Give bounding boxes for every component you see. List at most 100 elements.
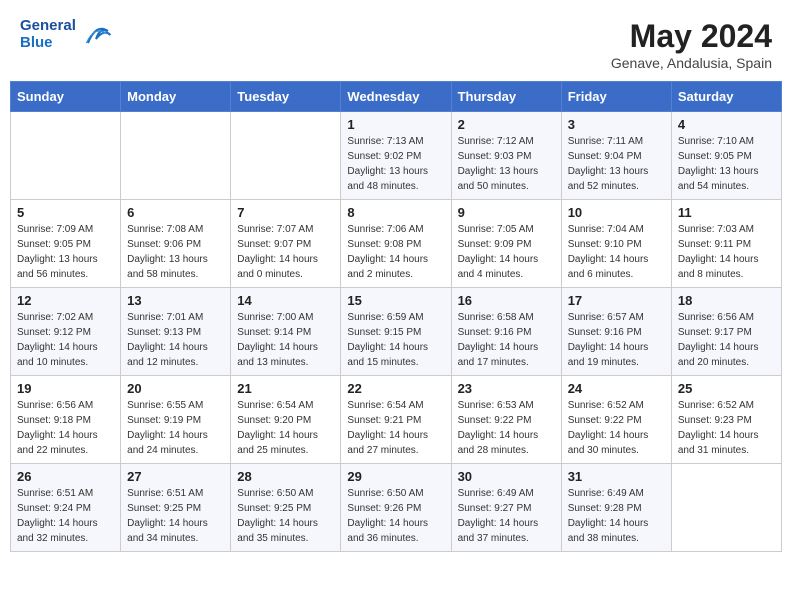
day-number: 20 (127, 381, 224, 396)
day-info: Sunrise: 7:09 AMSunset: 9:05 PMDaylight:… (17, 222, 114, 282)
day-number: 11 (678, 205, 775, 220)
calendar-cell: 6Sunrise: 7:08 AMSunset: 9:06 PMDaylight… (121, 200, 231, 288)
calendar-cell: 13 Sunrise: 7:01 AMSunset: 9:13 PMDayligh… (121, 288, 231, 376)
day-info: Sunrise: 7:12 AMSunset: 9:03 PMDaylight:… (458, 134, 555, 194)
calendar-cell: 10 Sunrise: 7:04 AMSunset: 9:10 PMDayligh… (561, 200, 671, 288)
day-info: Sunrise: 7:00 AMSunset: 9:14 PMDaylight:… (237, 310, 334, 370)
day-number: 24 (568, 381, 665, 396)
title-block: May 2024 Genave, Andalusia, Spain (611, 18, 772, 71)
weekday-header-saturday: Saturday (671, 82, 781, 112)
calendar-cell: 24 Sunrise: 6:52 AMSunset: 9:22 PMDayligh… (561, 376, 671, 464)
calendar-cell: 23Sunrise: 6:53 AMSunset: 9:22 PMDayligh… (451, 376, 561, 464)
calendar-cell: 20 Sunrise: 6:55 AMSunset: 9:19 PMDayligh… (121, 376, 231, 464)
calendar-cell (121, 112, 231, 200)
day-info: Sunrise: 6:51 AMSunset: 9:24 PMDaylight:… (17, 486, 114, 546)
day-info: Sunrise: 7:01 AMSunset: 9:13 PMDaylight:… (127, 310, 224, 370)
day-number: 8 (347, 205, 444, 220)
day-number: 22 (347, 381, 444, 396)
day-number: 21 (237, 381, 334, 396)
day-info: Sunrise: 6:59 AMSunset: 9:15 PMDaylight:… (347, 310, 444, 370)
week-row-4: 19 Sunrise: 6:56 AMSunset: 9:18 PMDayligh… (11, 376, 782, 464)
calendar-table: SundayMondayTuesdayWednesdayThursdayFrid… (10, 81, 782, 552)
day-info: Sunrise: 6:56 AMSunset: 9:18 PMDaylight:… (17, 398, 114, 458)
day-number: 27 (127, 469, 224, 484)
weekday-header-sunday: Sunday (11, 82, 121, 112)
calendar-cell: 4Sunrise: 7:10 AMSunset: 9:05 PMDaylight… (671, 112, 781, 200)
calendar-header: SundayMondayTuesdayWednesdayThursdayFrid… (11, 82, 782, 112)
day-info: Sunrise: 7:10 AMSunset: 9:05 PMDaylight:… (678, 134, 775, 194)
calendar-cell: 17Sunrise: 6:57 AMSunset: 9:16 PMDayligh… (561, 288, 671, 376)
calendar-cell: 1Sunrise: 7:13 AMSunset: 9:02 PMDaylight… (341, 112, 451, 200)
calendar-cell: 26 Sunrise: 6:51 AMSunset: 9:24 PMDayligh… (11, 464, 121, 552)
day-number: 29 (347, 469, 444, 484)
calendar-cell: 15 Sunrise: 6:59 AMSunset: 9:15 PMDayligh… (341, 288, 451, 376)
calendar-cell (671, 464, 781, 552)
day-number: 6 (127, 205, 224, 220)
day-info: Sunrise: 6:52 AMSunset: 9:22 PMDaylight:… (568, 398, 665, 458)
calendar-cell: 30 Sunrise: 6:49 AMSunset: 9:27 PMDayligh… (451, 464, 561, 552)
calendar-cell: 5Sunrise: 7:09 AMSunset: 9:05 PMDaylight… (11, 200, 121, 288)
day-info: Sunrise: 6:50 AMSunset: 9:25 PMDaylight:… (237, 486, 334, 546)
day-number: 9 (458, 205, 555, 220)
calendar-cell: 2Sunrise: 7:12 AMSunset: 9:03 PMDaylight… (451, 112, 561, 200)
logo-blue: Blue (20, 35, 76, 52)
day-info: Sunrise: 7:06 AMSunset: 9:08 PMDaylight:… (347, 222, 444, 282)
day-info: Sunrise: 6:49 AMSunset: 9:27 PMDaylight:… (458, 486, 555, 546)
calendar-cell (11, 112, 121, 200)
day-info: Sunrise: 7:03 AMSunset: 9:11 PMDaylight:… (678, 222, 775, 282)
day-info: Sunrise: 6:50 AMSunset: 9:26 PMDaylight:… (347, 486, 444, 546)
day-number: 23 (458, 381, 555, 396)
calendar-cell: 11 Sunrise: 7:03 AMSunset: 9:11 PMDayligh… (671, 200, 781, 288)
weekday-header-row: SundayMondayTuesdayWednesdayThursdayFrid… (11, 82, 782, 112)
weekday-header-tuesday: Tuesday (231, 82, 341, 112)
day-number: 14 (237, 293, 334, 308)
week-row-5: 26 Sunrise: 6:51 AMSunset: 9:24 PMDayligh… (11, 464, 782, 552)
weekday-header-monday: Monday (121, 82, 231, 112)
day-number: 3 (568, 117, 665, 132)
day-info: Sunrise: 6:58 AMSunset: 9:16 PMDaylight:… (458, 310, 555, 370)
calendar-cell: 14 Sunrise: 7:00 AMSunset: 9:14 PMDayligh… (231, 288, 341, 376)
day-number: 16 (458, 293, 555, 308)
day-number: 19 (17, 381, 114, 396)
calendar-cell: 12 Sunrise: 7:02 AMSunset: 9:12 PMDayligh… (11, 288, 121, 376)
day-number: 7 (237, 205, 334, 220)
day-info: Sunrise: 6:56 AMSunset: 9:17 PMDaylight:… (678, 310, 775, 370)
day-number: 28 (237, 469, 334, 484)
day-number: 15 (347, 293, 444, 308)
logo-general: General (20, 18, 76, 35)
day-info: Sunrise: 7:04 AMSunset: 9:10 PMDaylight:… (568, 222, 665, 282)
calendar-cell: 8 Sunrise: 7:06 AMSunset: 9:08 PMDaylight… (341, 200, 451, 288)
calendar-cell: 28 Sunrise: 6:50 AMSunset: 9:25 PMDayligh… (231, 464, 341, 552)
location-subtitle: Genave, Andalusia, Spain (611, 55, 772, 71)
day-number: 10 (568, 205, 665, 220)
day-number: 17 (568, 293, 665, 308)
calendar-cell: 16 Sunrise: 6:58 AMSunset: 9:16 PMDayligh… (451, 288, 561, 376)
day-info: Sunrise: 6:49 AMSunset: 9:28 PMDaylight:… (568, 486, 665, 546)
day-info: Sunrise: 6:51 AMSunset: 9:25 PMDaylight:… (127, 486, 224, 546)
day-info: Sunrise: 7:13 AMSunset: 9:02 PMDaylight:… (347, 134, 444, 194)
day-info: Sunrise: 6:54 AMSunset: 9:21 PMDaylight:… (347, 398, 444, 458)
logo: General Blue (20, 18, 112, 51)
day-info: Sunrise: 7:05 AMSunset: 9:09 PMDaylight:… (458, 222, 555, 282)
calendar-cell (231, 112, 341, 200)
calendar-body: 1Sunrise: 7:13 AMSunset: 9:02 PMDaylight… (11, 112, 782, 552)
week-row-1: 1Sunrise: 7:13 AMSunset: 9:02 PMDaylight… (11, 112, 782, 200)
weekday-header-friday: Friday (561, 82, 671, 112)
day-number: 13 (127, 293, 224, 308)
calendar-cell: 25Sunrise: 6:52 AMSunset: 9:23 PMDayligh… (671, 376, 781, 464)
day-number: 12 (17, 293, 114, 308)
day-number: 31 (568, 469, 665, 484)
weekday-header-wednesday: Wednesday (341, 82, 451, 112)
day-info: Sunrise: 7:02 AMSunset: 9:12 PMDaylight:… (17, 310, 114, 370)
calendar-cell: 9 Sunrise: 7:05 AMSunset: 9:09 PMDaylight… (451, 200, 561, 288)
day-info: Sunrise: 6:52 AMSunset: 9:23 PMDaylight:… (678, 398, 775, 458)
day-number: 30 (458, 469, 555, 484)
day-info: Sunrise: 6:54 AMSunset: 9:20 PMDaylight:… (237, 398, 334, 458)
logo-icon (80, 19, 112, 51)
month-year-title: May 2024 (611, 18, 772, 55)
day-number: 26 (17, 469, 114, 484)
day-info: Sunrise: 6:55 AMSunset: 9:19 PMDaylight:… (127, 398, 224, 458)
page-header: General Blue May 2024 Genave, Andalusia,… (10, 10, 782, 75)
day-number: 18 (678, 293, 775, 308)
weekday-header-thursday: Thursday (451, 82, 561, 112)
